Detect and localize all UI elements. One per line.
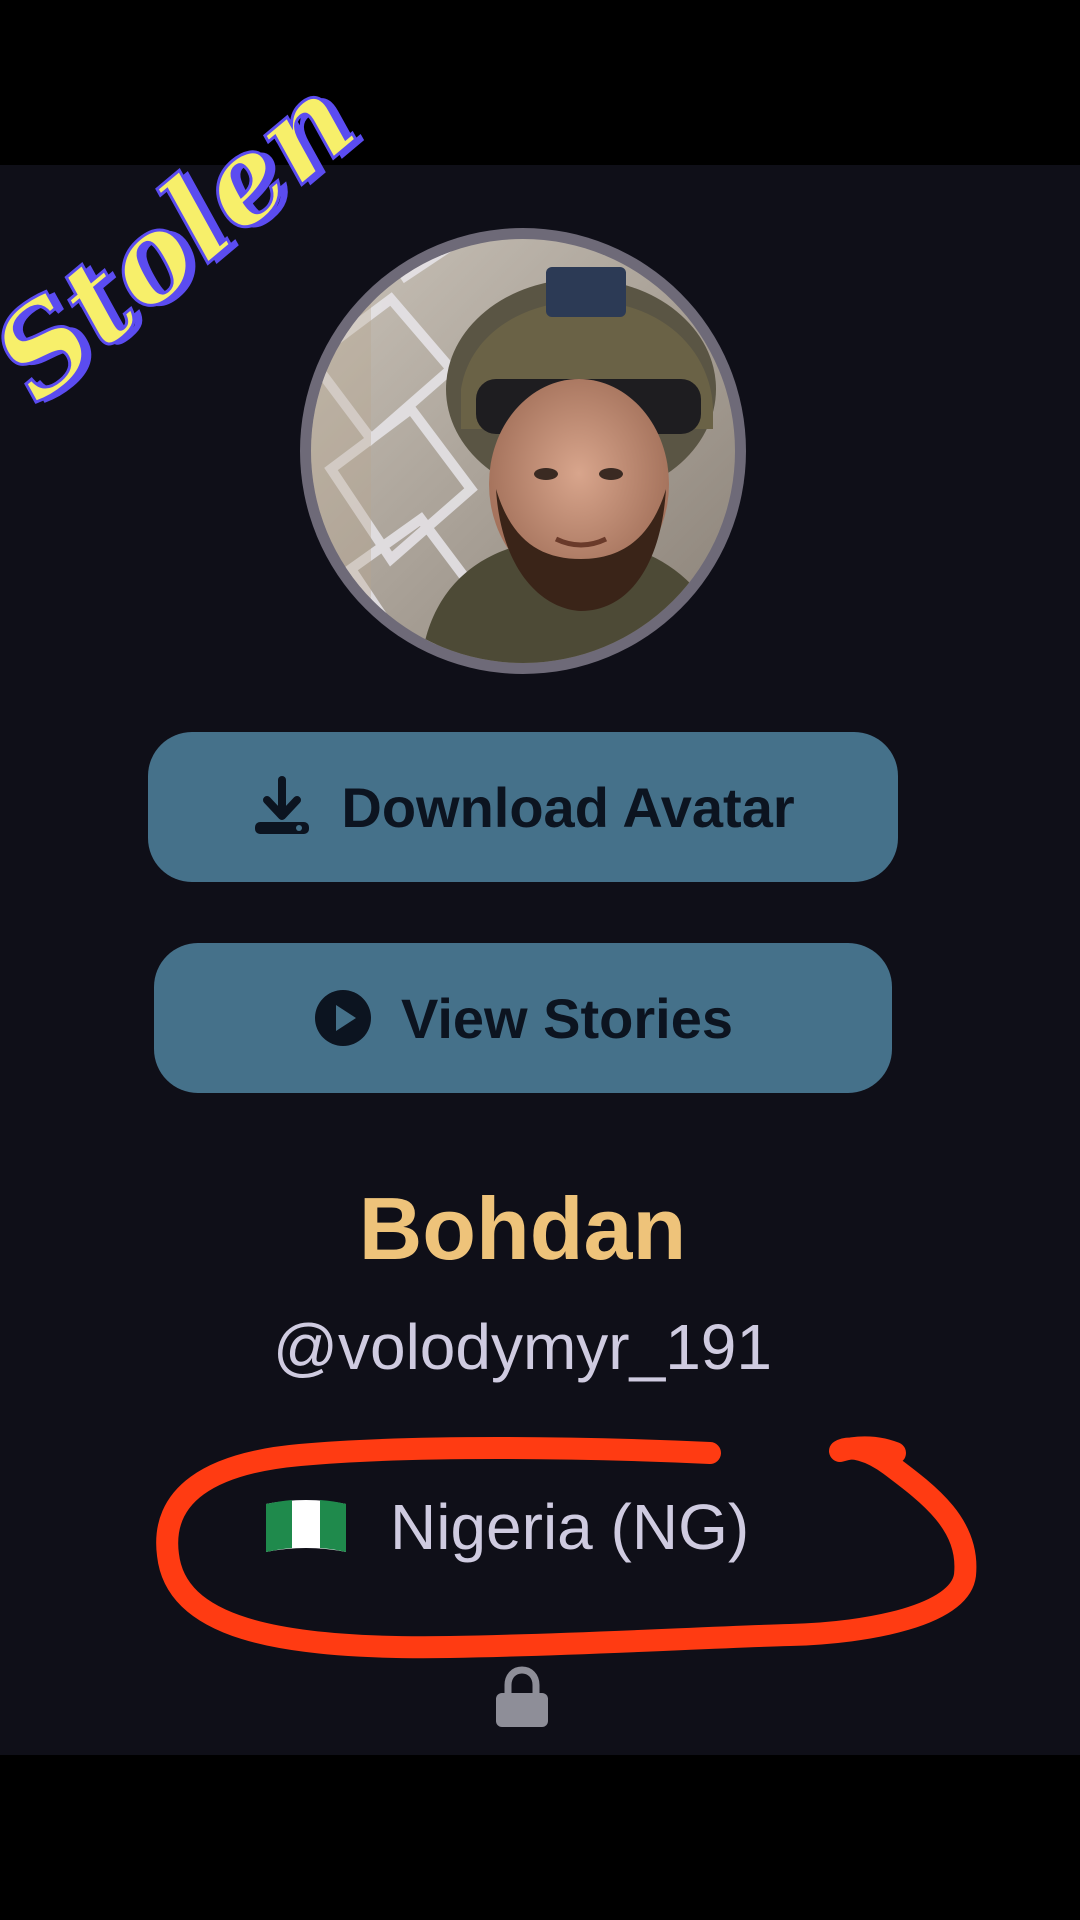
avatar[interactable] xyxy=(311,239,735,663)
screen: Download Avatar View Stories Bohdan @vol… xyxy=(0,0,1080,1920)
display-name: Bohdan xyxy=(358,1179,687,1278)
view-stories-label: View Stories xyxy=(400,986,733,1050)
nigeria-flag-icon xyxy=(262,1496,350,1558)
country-label: Nigeria (NG) xyxy=(390,1491,750,1563)
avatar-ring xyxy=(300,228,746,674)
country-row: Nigeria (NG) xyxy=(262,1490,749,1564)
avatar-image xyxy=(311,239,735,663)
view-stories-button[interactable]: View Stories xyxy=(154,943,892,1093)
download-avatar-button[interactable]: Download Avatar xyxy=(148,732,898,882)
download-icon xyxy=(251,776,313,838)
download-avatar-label: Download Avatar xyxy=(341,775,795,839)
username: @volodymyr_191 xyxy=(273,1311,772,1383)
lock-icon xyxy=(496,1666,548,1727)
play-circle-icon xyxy=(313,988,373,1048)
